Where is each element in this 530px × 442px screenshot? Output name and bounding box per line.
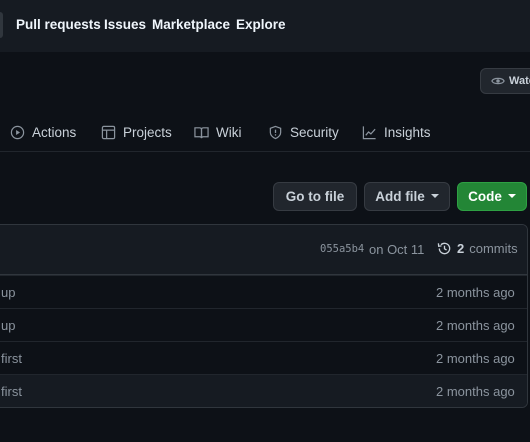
- file-commit-age: 2 months ago: [436, 318, 515, 333]
- watch-button[interactable]: Watc: [480, 68, 530, 94]
- tab-projects[interactable]: Projects: [101, 122, 172, 142]
- history-icon: [437, 242, 451, 255]
- file-list: 055a5b4 on Oct 11 2 commits up 2 months …: [0, 224, 528, 408]
- add-file-label: Add file: [375, 189, 425, 204]
- tab-security-label: Security: [290, 124, 339, 140]
- file-row[interactable]: first 2 months ago: [0, 341, 527, 374]
- nav-issues[interactable]: Issues: [104, 17, 146, 32]
- code-button[interactable]: Code: [457, 182, 527, 211]
- go-to-file-label: Go to file: [285, 189, 345, 204]
- commit-count: 2: [457, 241, 465, 256]
- file-commit-age: 2 months ago: [436, 351, 515, 366]
- tab-insights-label: Insights: [384, 124, 431, 140]
- eye-icon: [491, 77, 505, 85]
- global-header: Pull requests Issues Marketplace Explore: [0, 0, 530, 52]
- shield-icon: [269, 125, 282, 139]
- file-commit-message[interactable]: up: [1, 285, 15, 300]
- chevron-down-icon: [507, 193, 516, 198]
- graph-icon: [362, 125, 376, 139]
- commits-link[interactable]: 2 commits: [437, 241, 518, 256]
- nav-explore[interactable]: Explore: [236, 17, 286, 32]
- tab-actions[interactable]: Actions: [10, 122, 76, 142]
- nav-marketplace[interactable]: Marketplace: [152, 17, 230, 32]
- tab-insights[interactable]: Insights: [362, 122, 431, 142]
- file-commit-message[interactable]: first: [1, 351, 22, 366]
- chevron-down-icon: [430, 193, 439, 198]
- commit-sha-link[interactable]: 055a5b4: [320, 243, 364, 255]
- file-commit-age: 2 months ago: [436, 285, 515, 300]
- watch-label: Watc: [509, 75, 530, 87]
- tab-projects-label: Projects: [123, 124, 172, 140]
- search-box-edge[interactable]: [0, 12, 3, 38]
- tab-actions-label: Actions: [32, 124, 77, 140]
- file-row[interactable]: up 2 months ago: [0, 275, 527, 308]
- go-to-file-button[interactable]: Go to file: [273, 182, 357, 211]
- commit-date: on Oct 11: [369, 242, 425, 257]
- nav-pull-requests[interactable]: Pull requests: [16, 17, 101, 32]
- file-commit-message[interactable]: first: [1, 384, 22, 399]
- commits-label: commits: [469, 241, 518, 256]
- project-table-icon: [101, 125, 116, 139]
- code-label: Code: [468, 189, 502, 204]
- file-row[interactable]: up 2 months ago: [0, 308, 527, 341]
- tab-wiki-label: Wiki: [216, 124, 242, 140]
- repo-header: [0, 52, 530, 152]
- latest-commit-bar: 055a5b4 on Oct 11 2 commits: [0, 225, 527, 275]
- file-commit-message[interactable]: up: [1, 318, 15, 333]
- tab-security[interactable]: Security: [268, 122, 339, 142]
- file-row[interactable]: first 2 months ago: [0, 374, 527, 407]
- file-commit-age: 2 months ago: [436, 384, 515, 399]
- tab-wiki[interactable]: Wiki: [194, 122, 242, 142]
- book-icon: [194, 126, 209, 138]
- add-file-button[interactable]: Add file: [364, 182, 450, 211]
- play-icon: [10, 125, 25, 139]
